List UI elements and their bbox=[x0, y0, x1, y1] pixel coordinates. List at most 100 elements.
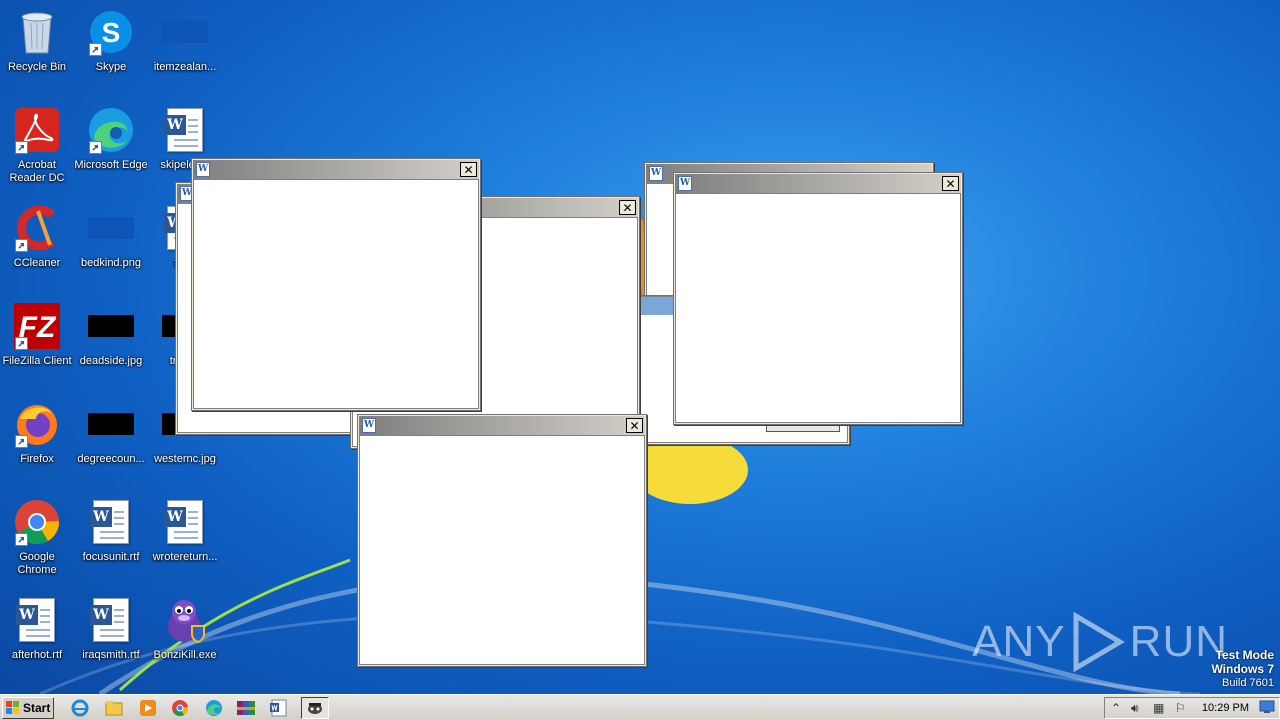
action-center-flag-icon[interactable]: ⚐ bbox=[1175, 701, 1186, 715]
word-document-icon: W bbox=[161, 498, 209, 546]
window-body bbox=[675, 193, 961, 423]
network-icon[interactable]: ▦ bbox=[1153, 701, 1164, 715]
image-file-icon bbox=[161, 8, 209, 56]
taskbar-winrar-icon[interactable] bbox=[232, 697, 260, 719]
title-bar[interactable]: W ✕ bbox=[193, 160, 479, 179]
desktop-icon-label: CCleaner bbox=[13, 257, 61, 269]
taskbar: Start ⌃ 🔊︎ ▦ ⚐ 10:29 PM bbox=[0, 694, 1280, 720]
desktop-icon-label: Recycle Bin bbox=[7, 61, 67, 73]
filezilla-icon: FZ bbox=[13, 302, 61, 350]
test-mode-text: Test Mode bbox=[1215, 648, 1274, 662]
anyrun-watermark: ANY RUN bbox=[972, 610, 1228, 674]
chrome-icon bbox=[13, 498, 61, 546]
title-bar[interactable]: W ✕ bbox=[675, 174, 961, 193]
word-app-icon: W bbox=[649, 166, 663, 181]
desktop-icon-label: itemzealan... bbox=[153, 61, 217, 73]
word-document-icon: W bbox=[87, 596, 135, 644]
desktop-icon-skype[interactable]: S Skype bbox=[74, 4, 148, 94]
word-document-icon: W bbox=[13, 596, 61, 644]
os-build-text: Build 7601 bbox=[1222, 677, 1274, 689]
watermark-text-left: ANY bbox=[972, 617, 1066, 666]
clock[interactable]: 10:29 PM bbox=[1202, 702, 1249, 714]
close-button[interactable]: ✕ bbox=[460, 162, 477, 177]
shortcut-arrow-icon bbox=[89, 141, 102, 154]
word-app-icon: W bbox=[362, 418, 376, 433]
edge-icon bbox=[87, 106, 135, 154]
volume-icon[interactable]: 🔊︎ bbox=[1131, 701, 1139, 716]
taskbar-media-player-icon[interactable] bbox=[134, 697, 162, 719]
play-icon bbox=[1073, 612, 1125, 672]
window-body bbox=[359, 435, 645, 665]
desktop-icon-itemzealan[interactable]: itemzealan... bbox=[148, 4, 222, 94]
shortcut-arrow-icon bbox=[15, 141, 28, 154]
ccleaner-icon bbox=[13, 204, 61, 252]
desktop-icon-label: Firefox bbox=[20, 453, 54, 465]
desktop-icon-label: BonziKill.exe bbox=[153, 649, 217, 661]
desktop-icon-label: Google Chrome bbox=[17, 551, 57, 576]
desktop-icon-focusunit[interactable]: W focusunit.rtf bbox=[74, 494, 148, 584]
shortcut-arrow-icon bbox=[15, 337, 28, 350]
desktop-icon-bonzikill[interactable]: BonziKill.exe bbox=[148, 592, 222, 682]
desktop-icon-label: FileZilla Client bbox=[2, 355, 72, 367]
image-file-icon bbox=[87, 204, 135, 252]
taskbar-explorer-icon[interactable] bbox=[100, 697, 128, 719]
word-document-icon: W bbox=[161, 106, 209, 154]
desktop-icon-edge[interactable]: Microsoft Edge bbox=[74, 102, 148, 192]
shortcut-arrow-icon bbox=[15, 435, 28, 448]
desktop-icon-chrome[interactable]: Google Chrome bbox=[0, 494, 74, 584]
desktop-icon-acrobat[interactable]: Acrobat Reader DC bbox=[0, 102, 74, 192]
word-app-icon: W bbox=[678, 176, 692, 191]
desktop-icon-label: afterhot.rtf bbox=[11, 649, 63, 661]
close-button[interactable]: ✕ bbox=[626, 418, 643, 433]
firefox-icon bbox=[13, 400, 61, 448]
taskbar-bonzi-icon[interactable] bbox=[301, 697, 329, 719]
desktop-icon-label: deadside.jpg bbox=[79, 355, 143, 367]
desktop-icon-deadside[interactable]: deadside.jpg bbox=[74, 298, 148, 388]
close-button[interactable]: ✕ bbox=[942, 176, 959, 191]
start-label: Start bbox=[23, 701, 51, 715]
desktop-icon-wrotereturn[interactable]: W wrotereturn... bbox=[148, 494, 222, 584]
taskbar-ie-icon[interactable] bbox=[66, 697, 94, 719]
title-bar[interactable]: W ✕ bbox=[359, 416, 645, 435]
desktop-icon-label: degreecoun... bbox=[77, 453, 145, 465]
start-button[interactable]: Start bbox=[2, 697, 54, 719]
taskbar-word-icon[interactable] bbox=[264, 697, 292, 719]
desktop-icon-label: wrotereturn... bbox=[152, 551, 218, 563]
shortcut-arrow-icon bbox=[15, 533, 28, 546]
desktop-icon-firefox[interactable]: Firefox bbox=[0, 396, 74, 486]
dialog-window[interactable]: W ✕ bbox=[191, 158, 481, 411]
desktop-icon-recycle-bin[interactable]: Recycle Bin bbox=[0, 4, 74, 94]
desktop-icon-label: focusunit.rtf bbox=[82, 551, 140, 563]
taskbar-edge-icon[interactable] bbox=[200, 697, 228, 719]
desktop-icon-degreecoun[interactable]: degreecoun... bbox=[74, 396, 148, 486]
desktop-icon-label: Microsoft Edge bbox=[74, 159, 148, 171]
desktop-icon-filezilla[interactable]: FZ FileZilla Client bbox=[0, 298, 74, 388]
desktop-icon-label: Skype bbox=[95, 61, 127, 73]
desktop-icon-label: iraqsmith.rtf bbox=[82, 649, 140, 661]
desktop-icon-label: bedkind.png bbox=[81, 257, 141, 269]
windows-logo-icon bbox=[6, 701, 19, 714]
acrobat-icon bbox=[13, 106, 61, 154]
bonzi-icon bbox=[161, 596, 209, 644]
dialog-window[interactable]: W ✕ bbox=[673, 172, 963, 425]
show-hidden-icons-icon[interactable]: ⌃ bbox=[1111, 701, 1121, 715]
test-mode-label: Test Mode Windows 7 Build 7601 bbox=[1211, 648, 1274, 690]
word-app-icon: W bbox=[196, 162, 210, 177]
show-desktop-icon[interactable] bbox=[1259, 700, 1275, 717]
window-body bbox=[193, 179, 479, 409]
desktop-icon-label: Acrobat Reader DC bbox=[9, 159, 65, 184]
word-document-icon: W bbox=[87, 498, 135, 546]
recycle-bin-icon bbox=[13, 8, 61, 56]
desktop-icon-ccleaner[interactable]: CCleaner bbox=[0, 200, 74, 290]
shortcut-arrow-icon bbox=[15, 239, 28, 252]
image-file-icon bbox=[87, 302, 135, 350]
desktop-icon-label: westernc.jpg bbox=[154, 453, 216, 465]
skype-icon: S bbox=[87, 8, 135, 56]
close-button[interactable]: ✕ bbox=[619, 200, 636, 215]
taskbar-chrome-icon[interactable] bbox=[166, 697, 194, 719]
desktop-icon-bedkind[interactable]: bedkind.png bbox=[74, 200, 148, 290]
os-name-text: Windows 7 bbox=[1211, 662, 1274, 676]
dialog-window[interactable]: W ✕ bbox=[357, 414, 647, 667]
desktop-icon-afterhot[interactable]: W afterhot.rtf bbox=[0, 592, 74, 682]
desktop-icon-iraqsmith[interactable]: W iraqsmith.rtf bbox=[74, 592, 148, 682]
